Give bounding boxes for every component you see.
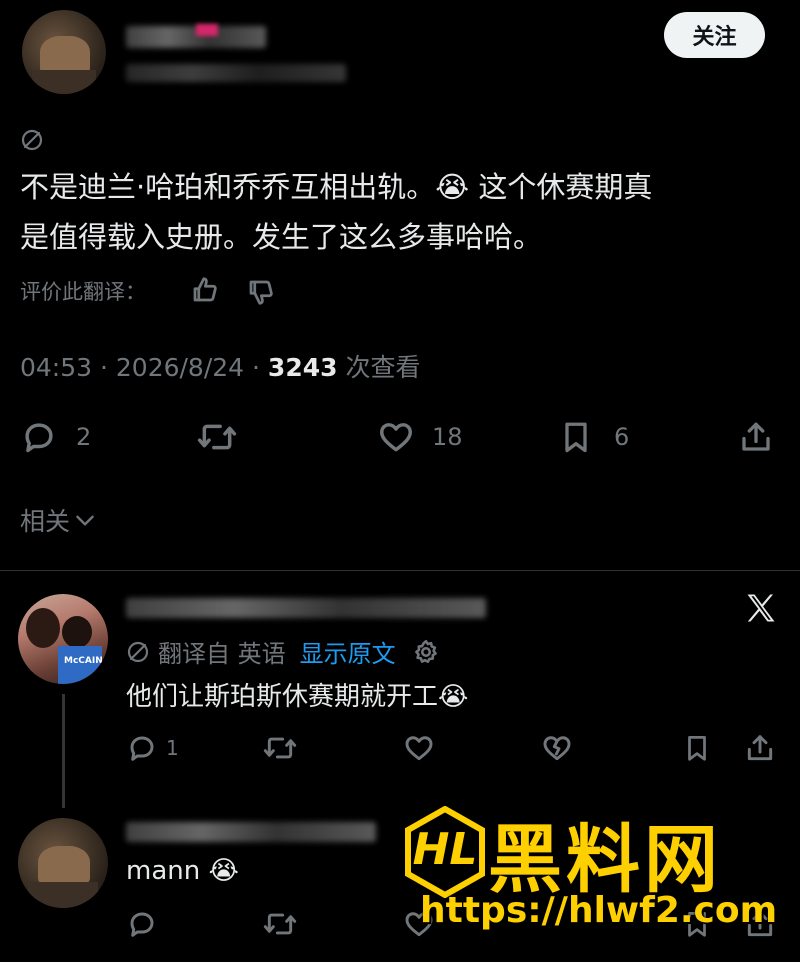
reply1-author-name[interactable] — [126, 598, 486, 618]
author-name-emoji — [196, 24, 218, 36]
x-logo-icon[interactable] — [742, 590, 780, 630]
watermark-url: https://hlwf2.com — [420, 890, 778, 931]
tweet-text-line1: 不是迪兰·哈珀和乔乔互相出轨。😭 这个休赛期真 — [20, 170, 653, 204]
thumbs-down-icon[interactable] — [246, 277, 276, 311]
reply1-like-button[interactable] — [402, 732, 436, 768]
like-button[interactable]: 18 — [376, 418, 463, 456]
share-icon — [742, 422, 770, 451]
reply2-author-name[interactable] — [126, 822, 376, 842]
reply1-share-button[interactable] — [744, 732, 776, 768]
translation-globe-icon — [127, 641, 149, 662]
translation-globe-icon — [20, 128, 44, 156]
tweet-timestamp[interactable]: 04:53 · 2026/8/24 · — [20, 353, 268, 382]
bookmark-count: 6 — [614, 423, 630, 451]
follow-button[interactable]: 关注 — [664, 12, 765, 58]
show-original-link[interactable]: 显示原文 — [300, 634, 396, 669]
views-label: 次查看 — [337, 353, 421, 382]
bookmark-icon — [565, 422, 587, 453]
tweet-meta: 04:53 · 2026/8/24 · 3243 次查看 — [20, 348, 420, 384]
related-label: 相关 — [20, 507, 71, 536]
heart-icon — [405, 736, 433, 761]
watermark-logo-text: HL — [412, 824, 478, 875]
bookmark-icon — [688, 736, 706, 761]
reply1-reply-button[interactable]: 1 — [126, 732, 179, 764]
chevron-down-icon — [76, 515, 94, 526]
heart-icon — [380, 423, 412, 452]
gear-icon[interactable] — [412, 638, 440, 666]
reply-count: 2 — [76, 423, 92, 451]
reply1-dislike-button[interactable] — [540, 732, 574, 768]
reply-icon — [130, 912, 154, 937]
reply1-reply-count: 1 — [166, 736, 179, 760]
thumbs-up-icon[interactable] — [190, 275, 220, 309]
reply2-avatar[interactable] — [18, 818, 108, 908]
reply2-reply-button[interactable] — [126, 908, 158, 944]
tweet-text-line2: 是值得载入史册。发生了这么多事哈哈。 — [20, 220, 543, 254]
views-count: 3243 — [267, 353, 338, 382]
reply1-avatar[interactable]: McCAIN — [18, 594, 108, 684]
avatar-jersey-text: McCAIN — [64, 656, 103, 666]
retweet-button[interactable] — [196, 418, 238, 460]
share-icon — [747, 735, 773, 761]
reply1-retweet-button[interactable] — [262, 732, 298, 768]
tweet-text: 不是迪兰·哈珀和乔乔互相出轨。😭 这个休赛期真 是值得载入史册。发生了这么多事哈… — [20, 162, 790, 262]
reply2-retweet-button[interactable] — [262, 908, 298, 944]
reply-icon — [130, 736, 154, 761]
share-button[interactable] — [738, 418, 774, 460]
related-toggle[interactable]: 相关 — [20, 502, 98, 538]
broken-heart-icon — [543, 736, 571, 761]
section-divider — [0, 570, 800, 571]
reply1-text: 他们让斯珀斯休赛期就开工😭 — [126, 682, 469, 712]
reply2-text: mann 😭 — [126, 856, 239, 886]
reply-icon — [25, 423, 53, 453]
retweet-icon — [197, 424, 237, 450]
author-avatar[interactable] — [22, 10, 106, 94]
retweet-icon — [263, 737, 297, 759]
like-count: 18 — [432, 423, 463, 451]
thread-line — [62, 694, 65, 808]
reply1-translation-bar: 翻译自 英语 显示原文 — [126, 634, 440, 669]
rate-translation-label: 评价此翻译： — [20, 280, 146, 304]
retweet-icon — [263, 913, 297, 935]
reply1-bookmark-button[interactable] — [682, 732, 712, 768]
bookmark-button[interactable]: 6 — [558, 418, 629, 456]
reply-button[interactable]: 2 — [20, 418, 91, 456]
author-handle[interactable] — [126, 64, 346, 82]
translated-from-label: 翻译自 英语 — [158, 640, 286, 668]
watermark-logo-icon: HL — [404, 805, 486, 902]
